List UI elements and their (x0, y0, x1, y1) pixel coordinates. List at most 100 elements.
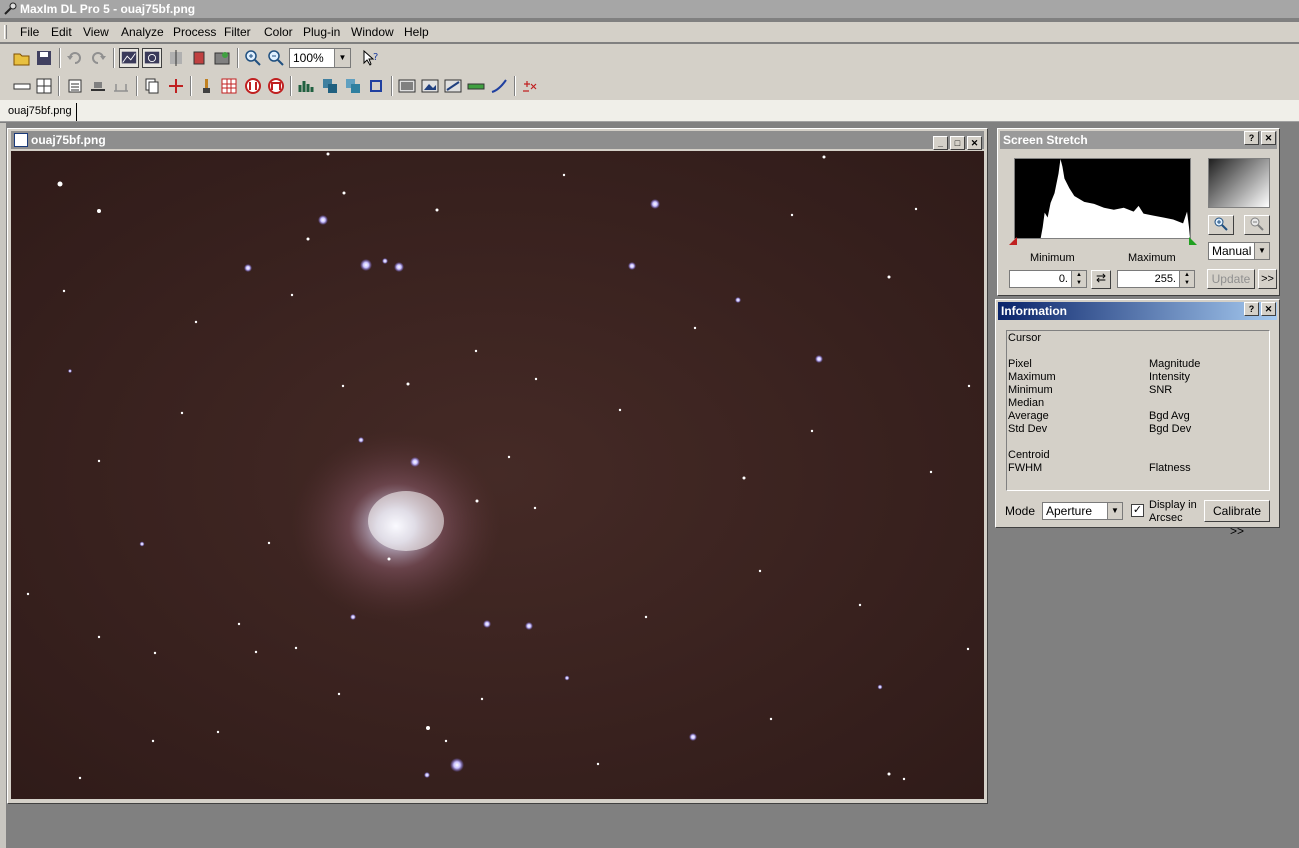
stack-icon[interactable] (65, 76, 85, 96)
information-controls: ? ✕ (1242, 302, 1276, 316)
close-icon[interactable]: ✕ (1261, 302, 1276, 316)
fwhm-label: FWHM (1008, 462, 1043, 474)
information-panel: Cursor Pixel Maximum Minimum Median Aver… (1006, 330, 1270, 491)
minimum-input[interactable]: 0. ▲ ▼ (1009, 270, 1087, 288)
image-window-title: ouaj75bf.png (31, 133, 106, 147)
nebula-core (368, 491, 444, 551)
stretch-mode-select[interactable]: Manual ▼ (1208, 242, 1270, 260)
stretch-preview-swatch (1208, 158, 1270, 208)
curve-icon[interactable] (489, 76, 509, 96)
deconvolve-icon[interactable] (243, 76, 263, 96)
tab-ouaj75bf[interactable]: ouaj75bf.png (4, 103, 77, 121)
screen-stretch-icon[interactable] (119, 48, 139, 68)
maxim-app-icon (4, 2, 17, 15)
menu-plugin[interactable]: Plug-in (303, 25, 340, 39)
observatory-control-icon[interactable] (212, 48, 232, 68)
grid-icon[interactable] (34, 76, 54, 96)
zoom-in-icon (1214, 217, 1228, 231)
help-icon[interactable]: ? (1244, 131, 1259, 145)
swap-min-max-button[interactable]: ⇄ (1091, 270, 1111, 289)
unsharp-icon[interactable] (266, 76, 286, 96)
spinner-icon[interactable]: ▲ ▼ (1071, 271, 1086, 287)
spinner-icon[interactable]: ▲ ▼ (1179, 271, 1194, 287)
sky-background (11, 151, 984, 799)
stretch-more-button[interactable]: >> (1258, 269, 1277, 289)
aperture-mode-select[interactable]: Aperture ▼ (1042, 502, 1123, 520)
chevron-down-icon[interactable]: ▼ (1254, 243, 1269, 259)
screen-stretch-title-bar[interactable]: Screen Stretch (1000, 131, 1277, 149)
menu-process[interactable]: Process (173, 25, 216, 39)
help-icon[interactable]: ? (1244, 302, 1259, 316)
image-info-icon[interactable] (397, 76, 417, 96)
zoom-level-select[interactable]: 100% ▼ (289, 48, 351, 68)
information-window-icon[interactable] (142, 48, 162, 68)
copy-icon[interactable] (142, 76, 162, 96)
save-icon[interactable] (34, 48, 54, 68)
menu-help[interactable]: Help (404, 25, 429, 39)
crosshair-icon[interactable] (166, 76, 186, 96)
blink-icon[interactable] (443, 76, 463, 96)
swap-arrows-icon: ⇄ (1095, 271, 1107, 285)
plot-icon[interactable] (166, 48, 186, 68)
context-help-icon[interactable]: ? (361, 48, 381, 68)
checkmark-icon: ✓ (1132, 504, 1143, 516)
histogram-plot[interactable] (1014, 158, 1191, 239)
zoom-in-icon[interactable] (243, 48, 263, 68)
information-title-bar[interactable]: Information (998, 302, 1277, 320)
camera-control-icon[interactable] (189, 48, 209, 68)
close-icon[interactable]: ✕ (967, 136, 982, 150)
image-window-controls: _ □ ✕ (931, 133, 982, 150)
redo-icon[interactable] (88, 48, 108, 68)
filter-kernel-icon[interactable] (219, 76, 239, 96)
stretch-zoom-in-button[interactable] (1208, 215, 1234, 235)
minimum-stat-label: Minimum (1008, 384, 1053, 396)
update-button[interactable]: Update (1207, 269, 1255, 289)
menu-analyze[interactable]: Analyze (121, 25, 164, 39)
close-icon[interactable]: ✕ (1261, 131, 1276, 145)
align-icon[interactable] (88, 76, 108, 96)
menu-filter[interactable]: Filter (224, 25, 251, 39)
minimize-icon[interactable]: _ (933, 136, 948, 150)
chevron-down-icon[interactable]: ▼ (334, 49, 350, 67)
intensity-label: Intensity (1149, 371, 1190, 383)
maximum-value: 255. (1154, 273, 1176, 285)
menu-file[interactable]: File (20, 25, 39, 39)
stretch-zoom-out-button[interactable] (1244, 215, 1270, 235)
crop-icon[interactable] (366, 76, 386, 96)
undo-icon[interactable] (65, 48, 85, 68)
toolbar-separator (58, 76, 60, 96)
astronomical-image[interactable] (11, 151, 984, 799)
centroid-label: Centroid (1008, 449, 1050, 461)
ruler-icon[interactable] (12, 76, 32, 96)
line-profile-icon[interactable] (466, 76, 486, 96)
display-arcsec-checkbox[interactable]: ✓ (1131, 504, 1144, 517)
brush-icon[interactable] (196, 76, 216, 96)
layers-icon[interactable] (320, 76, 340, 96)
menu-edit[interactable]: Edit (51, 25, 72, 39)
measure-icon[interactable] (111, 76, 131, 96)
menu-grip (4, 25, 7, 39)
svg-text:?: ? (373, 52, 378, 63)
maximum-marker-icon[interactable] (1189, 237, 1197, 245)
image-window[interactable]: ouaj75bf.png _ □ ✕ (7, 128, 988, 804)
document-icon (14, 133, 28, 147)
menu-window[interactable]: Window (351, 25, 394, 39)
maximize-icon[interactable]: □ (950, 136, 965, 150)
menu-color[interactable]: Color (264, 25, 293, 39)
menu-view[interactable]: View (83, 25, 109, 39)
average-label: Average (1008, 410, 1049, 422)
toolbar-separator (514, 76, 516, 96)
minimum-marker-icon[interactable] (1009, 237, 1017, 245)
histogram-icon[interactable] (296, 76, 316, 96)
open-icon[interactable] (12, 48, 32, 68)
zoom-out-icon[interactable] (266, 48, 286, 68)
image-window-title-bar[interactable]: ouaj75bf.png _ □ ✕ (11, 131, 984, 150)
maximum-input[interactable]: 255. ▲ ▼ (1117, 270, 1195, 288)
toolbar-separator (391, 76, 393, 96)
calibrate-button[interactable]: Calibrate >> (1204, 500, 1270, 538)
maximum-stat-label: Maximum (1008, 371, 1056, 383)
pixel-math-icon[interactable] (520, 76, 540, 96)
image-window-icon[interactable] (420, 76, 440, 96)
chevron-down-icon[interactable]: ▼ (1107, 503, 1122, 519)
combine-icon[interactable] (343, 76, 363, 96)
